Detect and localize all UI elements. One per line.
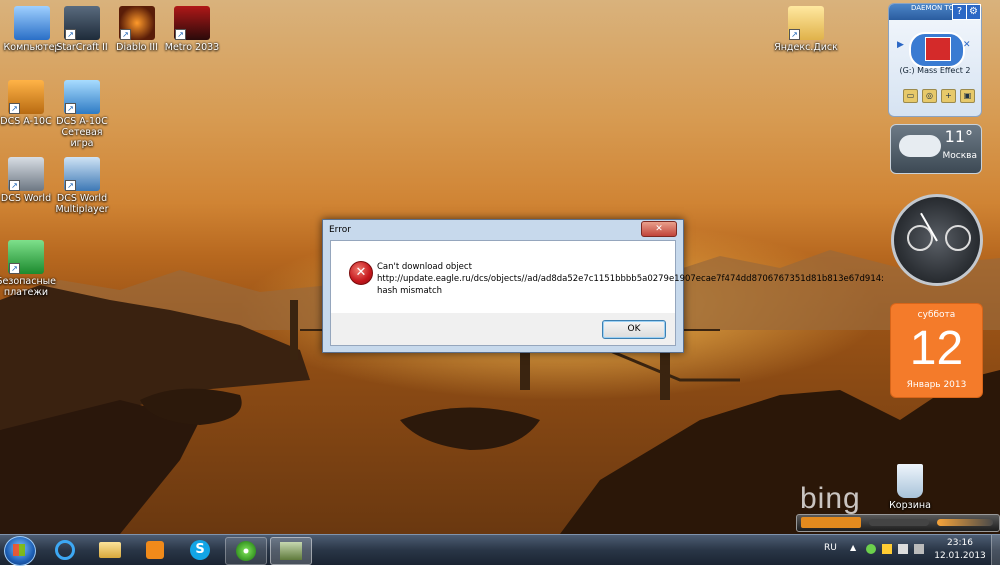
daemon-tools-gadget[interactable]: DAEMON TOOLS ? ⚙ ▶ ✕ (G:) Mass Effect 2 …	[888, 3, 982, 117]
dcs-world-icon: ↗	[8, 157, 44, 191]
windows-logo-icon	[13, 544, 25, 556]
clock-subdial-right	[945, 225, 971, 251]
add-icon[interactable]: +	[941, 89, 956, 103]
error-message: Can't download object http://update.eagl…	[377, 262, 885, 296]
show-hidden-icons[interactable]: ▲	[850, 543, 856, 552]
calendar-month-year: Январь 2013	[906, 380, 967, 390]
taskbar-media-player[interactable]	[135, 537, 175, 563]
weather-gadget[interactable]: 11° Москва	[890, 124, 982, 174]
volume-icon[interactable]	[914, 544, 924, 554]
dialog-titlebar[interactable]: Error ✕	[323, 220, 683, 240]
desktop-icon-safe-payments[interactable]: ↗ Безопасные платежи	[0, 240, 58, 298]
cloud-icon	[899, 135, 941, 157]
mass-effect-icon	[925, 37, 951, 61]
clock-date[interactable]: 12.01.2013	[934, 551, 986, 561]
help-icon[interactable]: ?	[952, 4, 967, 20]
dialog-footer: OK	[330, 313, 676, 346]
desktop-icon-dcs-world-multiplayer[interactable]: ↗ DCS World Multiplayer	[50, 157, 114, 215]
desktop-icon-yandex-disk[interactable]: ↗ Яндекс.Диск	[774, 6, 838, 53]
taskbar: S RU ▲ 23:16 12.01.2013	[0, 534, 1000, 566]
error-icon: ✕	[349, 261, 373, 285]
desktop-icon-dcs-a10c-multiplayer[interactable]: ↗ DCS A-10C Сетевая игра	[50, 80, 114, 149]
metro-icon: ↗	[174, 6, 210, 40]
virtual-drive-disc[interactable]	[909, 32, 965, 68]
start-button[interactable]	[4, 536, 36, 566]
dcs-a10c-multiplayer-icon: ↗	[64, 80, 100, 114]
dialog-title: Error	[329, 225, 351, 235]
safe-payments-icon: ↗	[8, 240, 44, 274]
daemon-tools-header: DAEMON TOOLS ? ⚙	[889, 4, 981, 20]
internet-explorer-icon	[55, 540, 75, 560]
dcs-world-multiplayer-icon: ↗	[64, 157, 100, 191]
language-indicator[interactable]: RU	[824, 543, 837, 553]
weather-city: Москва	[942, 151, 977, 161]
dcs-icon	[280, 542, 302, 560]
desktop-icon-recycle-bin[interactable]: Корзина	[878, 464, 942, 511]
dcs-a10c-icon: ↗	[8, 80, 44, 114]
error-dialog: Error ✕ ✕ Can't download object http://u…	[322, 219, 885, 353]
diablo-icon: ↗	[119, 6, 155, 40]
drive-label: (G:) Mass Effect 2	[899, 66, 971, 75]
taskbar-explorer[interactable]	[90, 537, 130, 563]
open-folder-icon[interactable]: ▭	[903, 89, 918, 103]
tray-network-icon[interactable]	[882, 544, 892, 554]
daemon-toolbar: ▭ ◎ + ▣	[901, 88, 977, 103]
drive-icon[interactable]: ▣	[960, 89, 975, 103]
eject-icon[interactable]: ✕	[963, 40, 971, 50]
settings-icon[interactable]: ⚙	[966, 4, 981, 20]
dialog-body: ✕ Can't download object http://update.ea…	[330, 240, 885, 313]
bing-watermark: bing	[800, 482, 861, 515]
weather-temperature: 11°	[944, 127, 973, 146]
taskbar-internet-explorer[interactable]	[45, 537, 85, 563]
starcraft-icon: ↗	[64, 6, 100, 40]
tray-flag-icon[interactable]	[898, 544, 908, 554]
calendar-weekday: суббота	[917, 310, 956, 320]
clock-time[interactable]: 23:16	[938, 538, 982, 548]
clock-gadget[interactable]	[891, 194, 983, 286]
play-icon[interactable]: ▶	[897, 40, 904, 50]
icq-icon	[236, 541, 256, 561]
tray-icq-icon[interactable]	[866, 544, 876, 554]
show-desktop-button[interactable]	[991, 535, 1000, 565]
media-mini-player[interactable]	[796, 514, 1000, 532]
taskbar-icq[interactable]	[225, 537, 267, 565]
system-tray: RU ▲ 23:16 12.01.2013	[820, 535, 1000, 565]
taskbar-skype[interactable]: S	[180, 537, 220, 563]
explorer-icon	[99, 542, 121, 558]
computer-icon	[14, 6, 50, 40]
yandex-disk-icon: ↗	[788, 6, 824, 40]
calendar-day: 12	[909, 322, 964, 375]
taskbar-dcs[interactable]	[270, 537, 312, 565]
media-player-icon	[146, 541, 164, 559]
mount-icon[interactable]: ◎	[922, 89, 937, 103]
calendar-gadget[interactable]: суббота 12 Январь 2013	[890, 303, 983, 398]
recycle-bin-icon	[897, 464, 923, 498]
player-volume-bar[interactable]	[937, 519, 993, 526]
skype-icon: S	[190, 540, 210, 560]
player-seek-bar[interactable]	[869, 519, 929, 526]
close-button[interactable]: ✕	[641, 221, 677, 237]
ok-button[interactable]: OK	[602, 320, 666, 339]
player-controls[interactable]	[801, 517, 861, 528]
desktop-icon-metro[interactable]: ↗ Metro 2033	[160, 6, 224, 53]
